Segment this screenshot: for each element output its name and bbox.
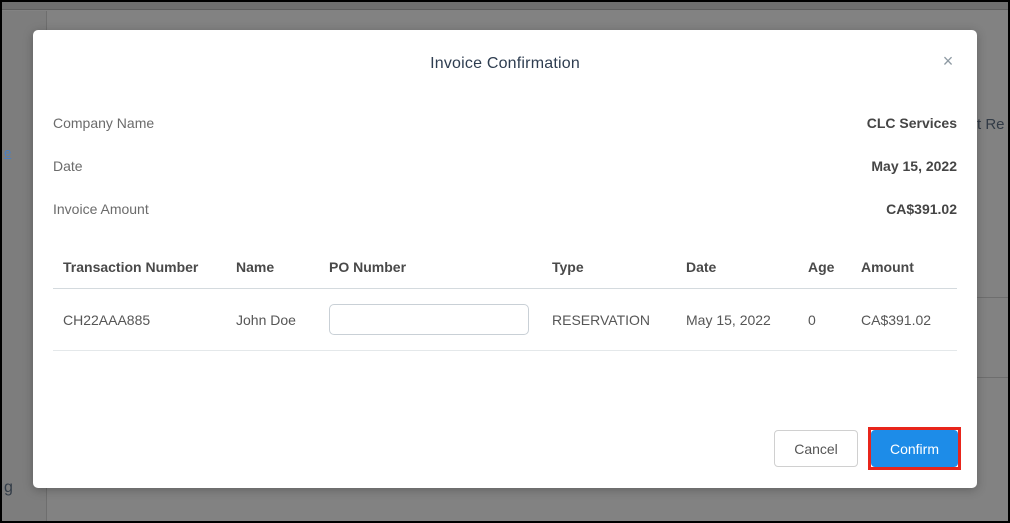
col-header-age: Age bbox=[798, 259, 851, 289]
col-header-type: Type bbox=[542, 259, 676, 289]
cell-amount: CA$391.02 bbox=[851, 289, 957, 351]
company-name-value: CLC Services bbox=[867, 115, 957, 131]
po-number-input[interactable] bbox=[329, 304, 529, 335]
summary-row-invoice-amount: Invoice Amount CA$391.02 bbox=[53, 201, 957, 217]
table-row: CH22AAA885 John Doe RESERVATION May 15, … bbox=[53, 289, 957, 351]
cell-age: 0 bbox=[798, 289, 851, 351]
confirm-highlight-box: Confirm bbox=[871, 430, 958, 467]
dialog-title: Invoice Confirmation bbox=[33, 55, 977, 73]
transactions-table: Transaction Number Name PO Number Type D… bbox=[53, 259, 957, 351]
background-topbar bbox=[2, 2, 1008, 10]
date-value: May 15, 2022 bbox=[871, 158, 957, 174]
invoice-confirmation-dialog: Invoice Confirmation × Company Name CLC … bbox=[33, 30, 977, 488]
summary-row-date: Date May 15, 2022 bbox=[53, 158, 957, 174]
cell-date: May 15, 2022 bbox=[676, 289, 798, 351]
company-name-label: Company Name bbox=[53, 115, 154, 131]
background-text-fragment-right: t Re bbox=[977, 116, 1005, 133]
close-icon[interactable]: × bbox=[935, 48, 961, 74]
cell-transaction-number: CH22AAA885 bbox=[53, 289, 226, 351]
col-header-amount: Amount bbox=[851, 259, 957, 289]
cell-type: RESERVATION bbox=[542, 289, 676, 351]
col-header-po-number: PO Number bbox=[319, 259, 542, 289]
table-header-row: Transaction Number Name PO Number Type D… bbox=[53, 259, 957, 289]
summary-row-company: Company Name CLC Services bbox=[53, 115, 957, 131]
cell-po-number bbox=[319, 289, 542, 351]
confirm-button[interactable]: Confirm bbox=[871, 430, 958, 467]
invoice-summary: Company Name CLC Services Date May 15, 2… bbox=[53, 115, 957, 217]
background-table-line bbox=[977, 297, 1010, 298]
background-text-fragment-bottom: g bbox=[4, 479, 13, 497]
invoice-amount-value: CA$391.02 bbox=[886, 201, 957, 217]
dialog-footer: Cancel Confirm bbox=[774, 430, 958, 467]
col-header-name: Name bbox=[226, 259, 319, 289]
date-label: Date bbox=[53, 158, 83, 174]
cancel-button[interactable]: Cancel bbox=[774, 430, 858, 467]
col-header-transaction-number: Transaction Number bbox=[53, 259, 226, 289]
background-table-line bbox=[977, 377, 1010, 378]
background-link-fragment: e bbox=[4, 145, 11, 160]
cell-name: John Doe bbox=[226, 289, 319, 351]
invoice-amount-label: Invoice Amount bbox=[53, 201, 149, 217]
col-header-date: Date bbox=[676, 259, 798, 289]
screen: e t Re g Invoice Confirmation × Company … bbox=[0, 0, 1010, 523]
